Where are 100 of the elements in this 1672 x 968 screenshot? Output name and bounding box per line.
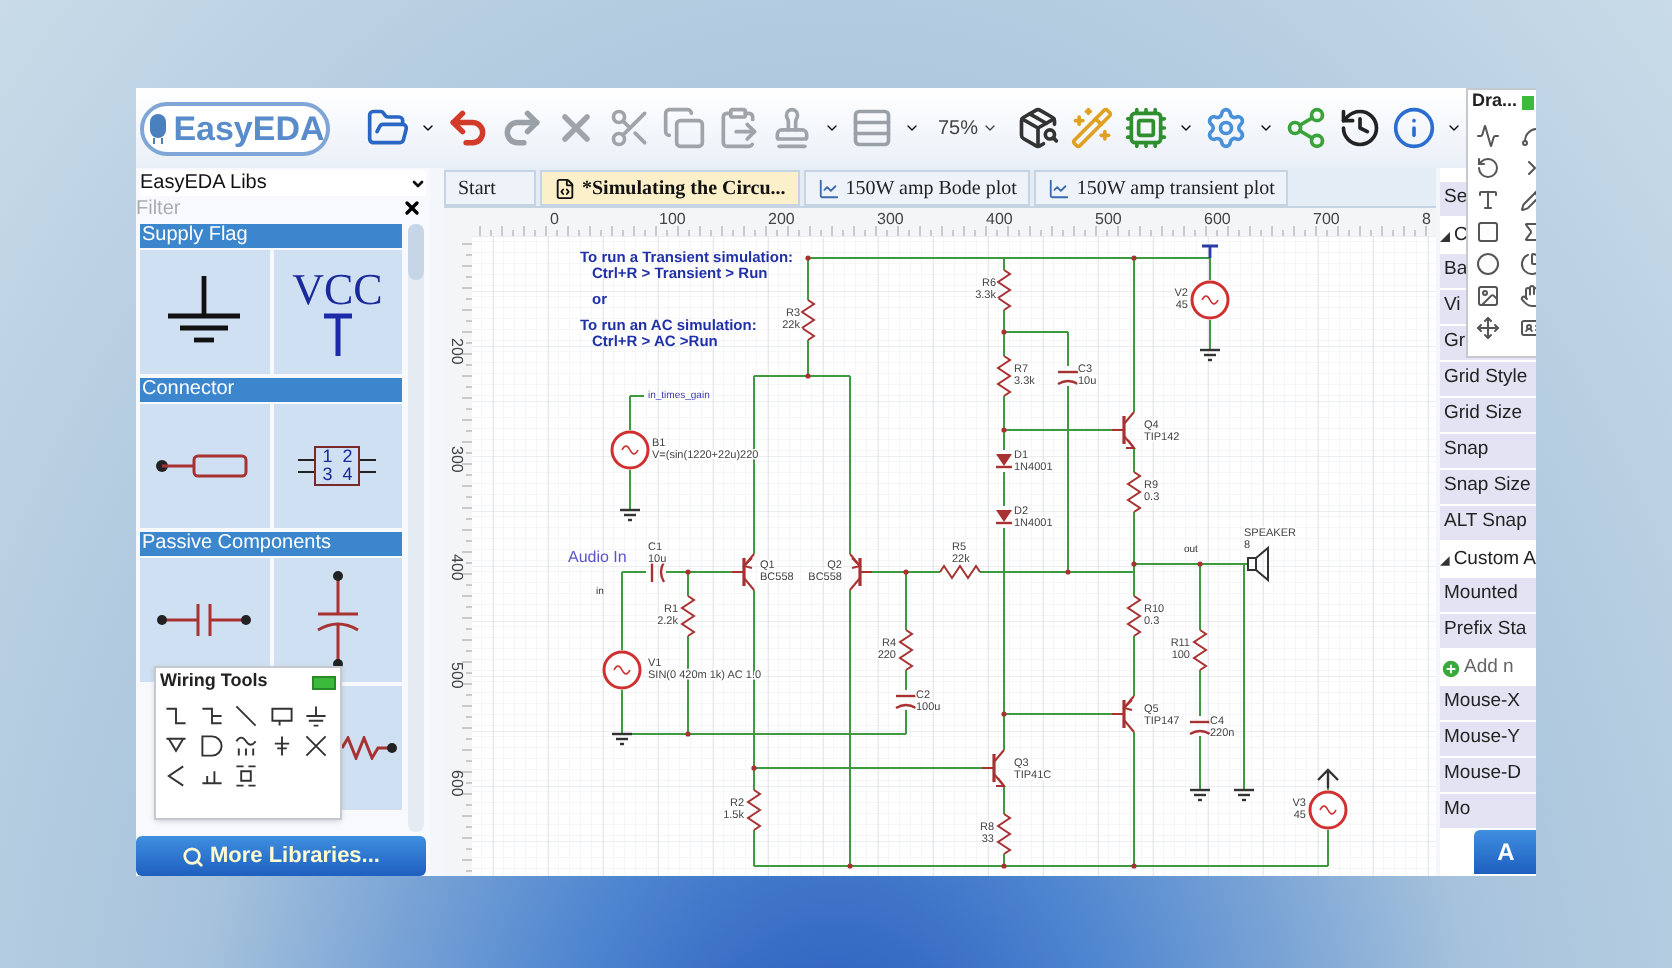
library-section-header[interactable]: Supply Flag [140, 224, 402, 248]
ruler-label: 400 [448, 554, 466, 581]
find-parts-icon[interactable] [1016, 106, 1061, 150]
wiring-tool-icon[interactable] [164, 704, 188, 728]
caret-icon[interactable] [1178, 120, 1195, 136]
diode-symbol [996, 510, 1012, 525]
wire [1133, 447, 1135, 473]
settings-icon[interactable] [1204, 106, 1249, 150]
junction-dot [751, 765, 757, 771]
ground-symbol [612, 732, 632, 746]
wiring-tool-icon[interactable] [269, 704, 294, 728]
pin-number: 1 [322, 448, 333, 466]
ruler-label: 500 [1095, 210, 1122, 228]
wiring-tool-icon[interactable] [234, 704, 259, 728]
wiring-tool-icon[interactable] [304, 734, 329, 758]
resistor-symbol [898, 629, 914, 671]
caret-icon[interactable] [824, 120, 840, 136]
junction-dot [903, 569, 909, 575]
share-icon[interactable] [1284, 106, 1329, 150]
library-tile[interactable] [140, 250, 269, 374]
history-icon[interactable] [1338, 106, 1383, 150]
resistor-symbol [939, 564, 981, 580]
search-icon [182, 845, 204, 867]
wiring-tool-icon[interactable] [234, 764, 259, 788]
drawing-tool-icon[interactable] [1476, 252, 1500, 276]
wiring-tool-icon[interactable] [164, 764, 188, 788]
property-label: Prefix Sta [1444, 616, 1527, 645]
caret-icon[interactable] [1258, 120, 1275, 136]
add-icon[interactable] [1440, 657, 1462, 679]
property-label: Grid Style [1444, 364, 1528, 393]
library-tile[interactable] [140, 404, 269, 528]
apply-button[interactable]: A [1474, 830, 1536, 874]
library-section-header[interactable]: Passive Components [140, 532, 402, 556]
filter-field[interactable]: Filter [136, 196, 376, 220]
collapse-icon[interactable] [1440, 555, 1450, 565]
collapse-icon[interactable] [1440, 231, 1450, 241]
drawing-tool-icon[interactable] [1476, 284, 1500, 308]
document-tab[interactable]: *Simulating the Circu... [540, 170, 800, 206]
drawing-tool-icon[interactable] [1476, 220, 1500, 244]
junction-dot [1001, 427, 1007, 433]
caret-icon[interactable] [1446, 120, 1463, 136]
ruler-label: 100 [659, 210, 686, 228]
junction-dot [1001, 329, 1007, 335]
wiring-tool-icon[interactable] [199, 704, 224, 728]
ruler-label: 0 [550, 210, 559, 228]
library-tile[interactable]: VCC [273, 250, 402, 374]
junction-dot [685, 731, 691, 737]
library-section-header[interactable]: Connector [140, 378, 402, 402]
drawing-tool-icon[interactable] [1476, 188, 1500, 212]
add-label[interactable]: Add n [1464, 653, 1514, 683]
wiring-tool-icon[interactable] [199, 734, 224, 758]
caret-icon[interactable] [420, 120, 436, 136]
transistor-symbol [1111, 695, 1135, 733]
wiring-tool-icon[interactable] [269, 734, 294, 758]
caret-icon[interactable] [904, 120, 920, 136]
library-tile[interactable] [273, 558, 402, 682]
minimize-button[interactable] [1521, 95, 1534, 109]
library-dropdown[interactable]: EasyEDA Libs [140, 170, 426, 196]
wire [629, 469, 631, 511]
document-tab[interactable]: 150W amp Bode plot [803, 170, 1031, 206]
resistor-symbol [1126, 595, 1142, 637]
drawing-tool-icon[interactable] [1476, 124, 1500, 148]
clear-filter-icon[interactable] [402, 198, 422, 218]
property-label: Snap Size [1444, 472, 1531, 501]
junction-dot [847, 863, 853, 869]
redo-icon[interactable] [500, 106, 544, 150]
more-libraries-button[interactable]: More Libraries... [136, 836, 426, 876]
resistor-symbol [996, 355, 1012, 397]
panel-title: Wiring Tools [160, 668, 268, 695]
ruler-label: 300 [877, 210, 904, 228]
document-tab[interactable]: 150W amp transient plot [1034, 170, 1289, 206]
scrollbar[interactable] [408, 224, 424, 832]
junction-dot [1001, 711, 1007, 717]
drawing-tool-icon[interactable] [1476, 316, 1500, 340]
library-tile[interactable]: 1 2 3 4 [273, 404, 402, 528]
wiring-tool-icon[interactable] [304, 704, 329, 728]
drawing-tool-icon[interactable] [1476, 156, 1500, 180]
align-icon[interactable] [850, 106, 894, 150]
ground-symbol [1234, 788, 1254, 802]
logo-text: EasyEDA [173, 111, 325, 145]
minimize-button[interactable] [312, 675, 336, 689]
resistor-symbol [1126, 471, 1142, 513]
info-icon[interactable] [1392, 106, 1437, 150]
transistor-symbol [981, 749, 1006, 787]
open-icon[interactable] [366, 106, 410, 150]
wiring-tool-icon[interactable] [234, 734, 259, 758]
net-label: Audio In [568, 548, 627, 566]
resistor-icon [342, 736, 398, 760]
property-label: Mouse-D [1444, 760, 1522, 789]
junction-dot [1001, 863, 1007, 869]
power-arrow-icon [1316, 768, 1340, 790]
document-tab[interactable]: Start [444, 170, 536, 206]
undo-icon[interactable] [446, 106, 490, 150]
zoom-dropdown[interactable]: 75% [930, 113, 1007, 143]
ruler-label: 600 [1204, 210, 1231, 228]
transistor-symbol [731, 553, 755, 591]
schematic-canvas[interactable] [444, 208, 1436, 876]
circuit-board-icon[interactable] [1124, 106, 1169, 150]
wiring-tool-icon[interactable] [164, 734, 188, 758]
wire [1003, 471, 1005, 507]
